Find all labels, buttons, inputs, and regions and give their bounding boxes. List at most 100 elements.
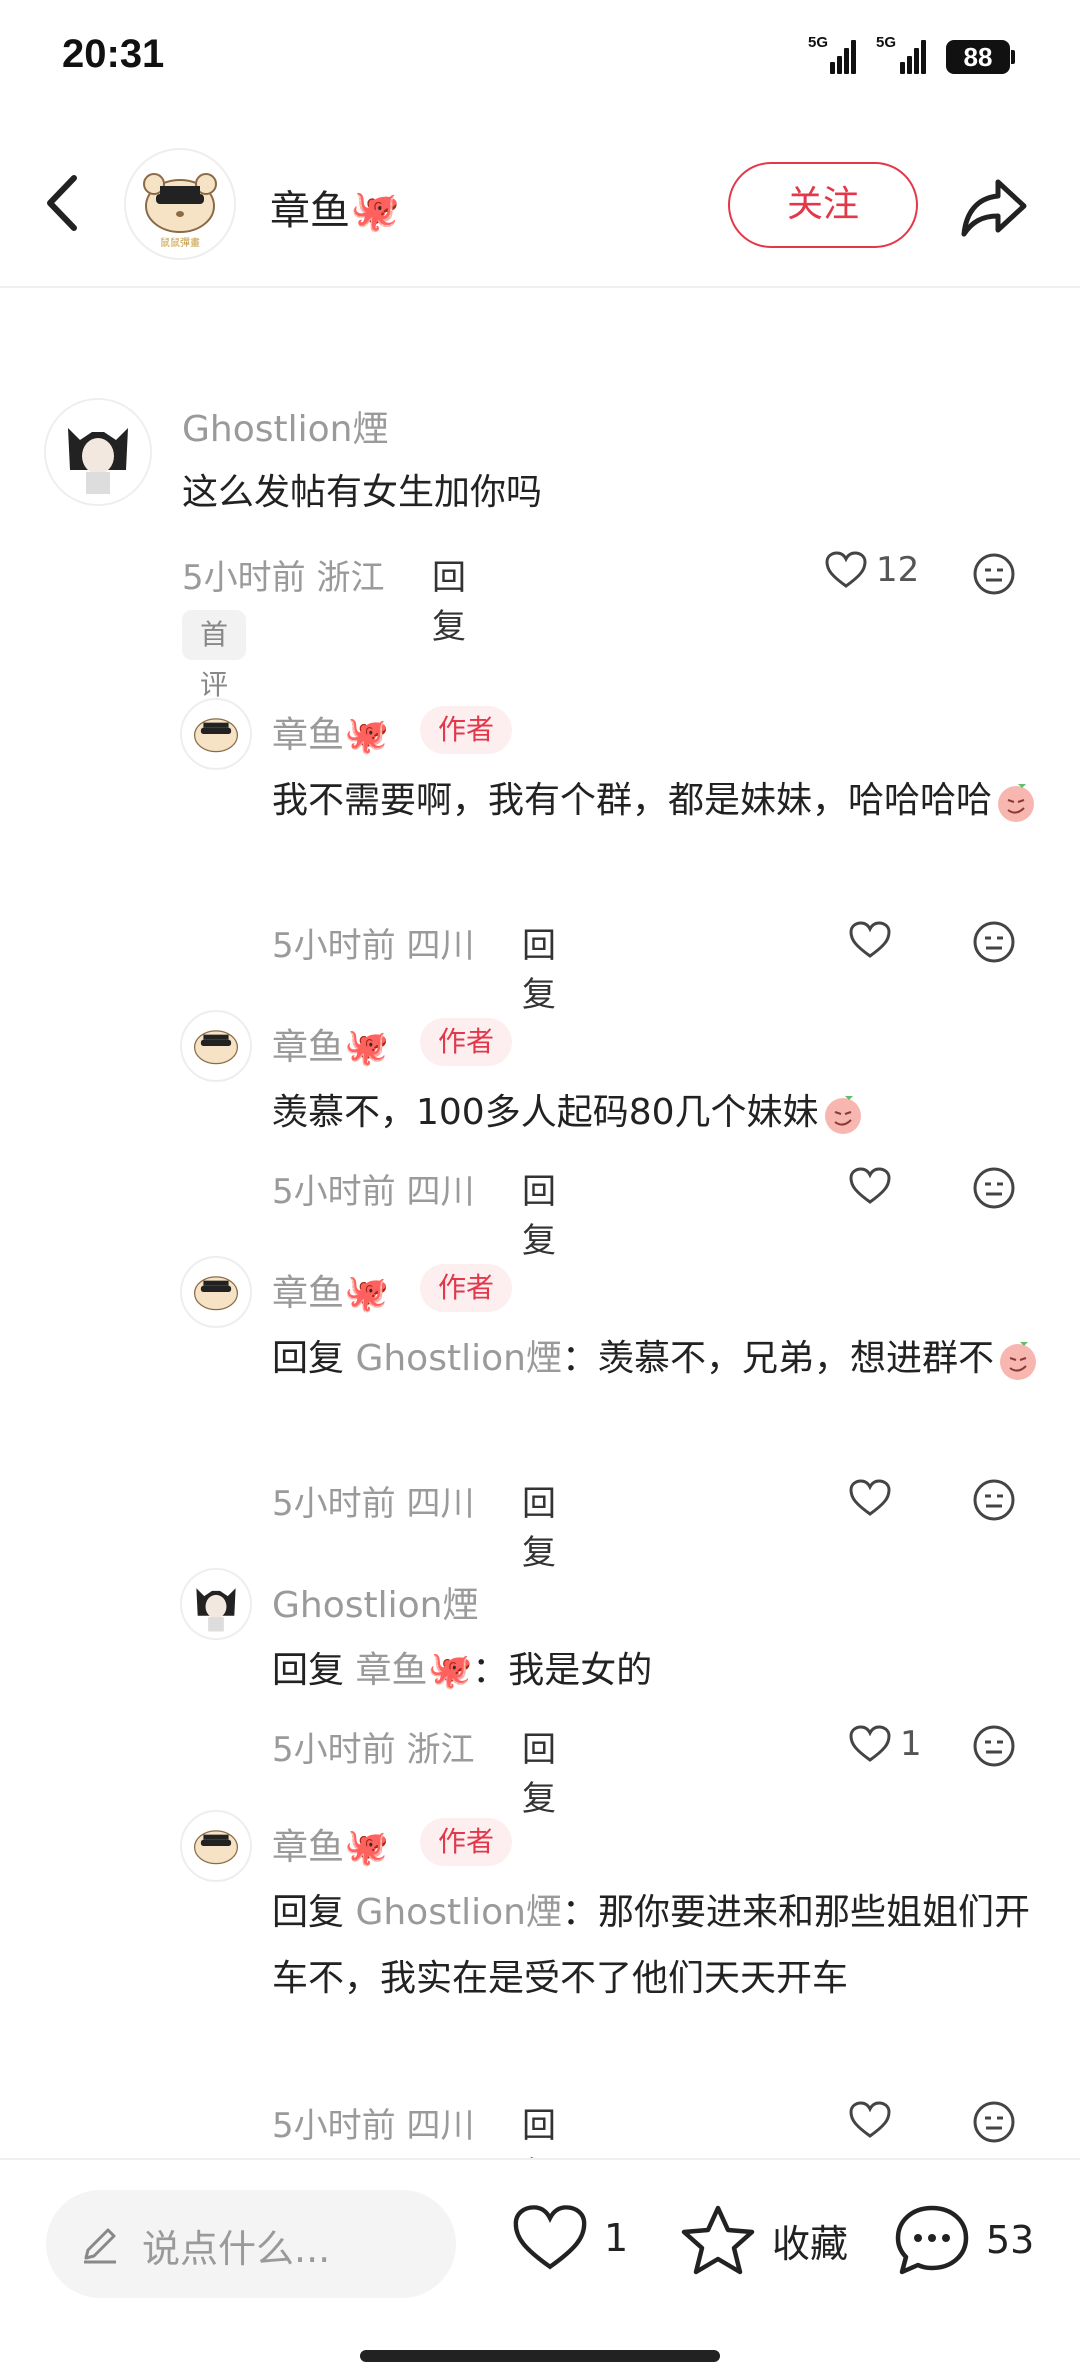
hamster-avatar-icon xyxy=(193,1830,239,1865)
author-name: 章鱼🐙 xyxy=(270,188,400,234)
comment-input-placeholder: 说点什么... xyxy=(142,2227,331,2271)
like-button[interactable] xyxy=(848,1166,892,1206)
emoji-react-button[interactable] xyxy=(972,2100,1016,2144)
comment-count: 53 xyxy=(986,2218,1035,2262)
post-like-count: 1 xyxy=(604,2216,629,2260)
like-button[interactable] xyxy=(848,2100,892,2140)
emoji-react-button[interactable] xyxy=(972,552,1016,596)
collect-button[interactable]: 收藏 xyxy=(678,2202,848,2278)
emoji-react-button[interactable] xyxy=(972,1478,1016,1522)
comment-username[interactable]: 章鱼🐙 xyxy=(272,1818,389,1870)
comments-button[interactable]: 53 xyxy=(892,2202,1034,2278)
author-tag: 作者 xyxy=(420,1018,513,1066)
hamster-avatar-icon xyxy=(193,1276,239,1311)
comment-meta: 5小时前 四川 xyxy=(272,2106,475,2146)
chevron-left-icon xyxy=(47,175,77,231)
comment-text: 回复 Ghostlion煙：羡慕不，兄弟，想进群不 xyxy=(272,1326,1042,1392)
heart-icon xyxy=(849,2101,891,2138)
comment-username[interactable]: 章鱼🐙 xyxy=(272,1018,389,1070)
home-indicator[interactable] xyxy=(360,2350,720,2362)
comment-input[interactable]: 说点什么... xyxy=(46,2190,456,2298)
hamster-avatar-icon xyxy=(193,718,239,753)
heart-icon xyxy=(849,1167,891,1204)
first-comment-tag: 首评 xyxy=(182,610,247,701)
heart-icon xyxy=(513,2205,587,2270)
heart-icon xyxy=(849,1479,891,1516)
signal-icon: 5G xyxy=(808,34,856,74)
reply-button[interactable]: 回复 xyxy=(522,1722,556,1820)
comment-meta: 5小时前 四川 xyxy=(272,1484,475,1524)
share-button[interactable] xyxy=(954,168,1034,248)
user-avatar[interactable] xyxy=(44,398,152,506)
emoji-react-button[interactable] xyxy=(972,920,1016,964)
comment-text: 这么发帖有女生加你吗 xyxy=(182,472,543,513)
comment-username[interactable]: Ghostlion煙 xyxy=(182,400,388,452)
author-tag: 作者 xyxy=(420,706,513,754)
face-icon xyxy=(973,921,1015,963)
author-avatar[interactable] xyxy=(180,1810,252,1882)
collect-label: 收藏 xyxy=(772,2221,849,2266)
like-button[interactable]: 1 xyxy=(848,1724,922,1764)
heart-icon xyxy=(849,1725,891,1762)
face-icon xyxy=(973,1479,1015,1521)
grin-emoji-icon xyxy=(999,1342,1036,1380)
back-button[interactable] xyxy=(36,168,96,238)
grin-emoji-icon xyxy=(824,1096,861,1134)
pencil-icon xyxy=(84,2228,116,2264)
user-avatar[interactable] xyxy=(180,1568,252,1640)
author-tag: 作者 xyxy=(420,1818,513,1866)
emoji-react-button[interactable] xyxy=(972,1724,1016,1768)
follow-button[interactable]: 关注 xyxy=(728,162,918,248)
reply-button[interactable]: 回复 xyxy=(432,550,466,648)
comment-meta: 5小时前 浙江 xyxy=(272,1730,475,1770)
star-icon xyxy=(681,2205,755,2275)
svg-text:鼠鼠彈畫: 鼠鼠彈畫 xyxy=(160,236,200,249)
face-icon xyxy=(973,2101,1015,2143)
girl-avatar-icon xyxy=(46,400,150,504)
battery-icon: 88 xyxy=(946,40,1010,74)
bottom-action-bar: 说点什么... 1 收藏 53 xyxy=(0,2158,1080,2376)
face-icon xyxy=(973,553,1015,595)
comment-meta: 5小时前 四川 xyxy=(272,926,475,966)
comment-text: 回复 章鱼🐙：我是女的 xyxy=(272,1650,653,1691)
post-header: 鼠鼠彈畫 章鱼🐙 关注 xyxy=(0,140,1080,288)
emoji-react-button[interactable] xyxy=(972,1166,1016,1210)
girl-avatar-icon xyxy=(182,1570,250,1638)
comment-meta: 5小时前 四川 xyxy=(272,1172,475,1212)
hamster-avatar-icon xyxy=(193,1030,239,1065)
comment-username[interactable]: 章鱼🐙 xyxy=(272,706,389,758)
reply-to-user[interactable]: Ghostlion煙 xyxy=(355,1892,561,1933)
hamster-avatar-icon: 鼠鼠彈畫 xyxy=(143,173,217,249)
share-icon xyxy=(961,179,1027,237)
comment-username[interactable]: Ghostlion煙 xyxy=(272,1576,478,1628)
author-avatar[interactable]: 鼠鼠彈畫 xyxy=(124,148,236,260)
face-icon xyxy=(973,1725,1015,1767)
battery-tip xyxy=(1011,50,1015,64)
heart-icon xyxy=(849,921,891,958)
like-button[interactable] xyxy=(848,920,892,960)
grin-emoji-icon xyxy=(998,784,1035,822)
author-avatar[interactable] xyxy=(180,1256,252,1328)
author-avatar[interactable] xyxy=(180,698,252,770)
like-post-button[interactable]: 1 xyxy=(510,2202,628,2274)
like-button[interactable]: 12 xyxy=(824,550,919,590)
face-icon xyxy=(973,1167,1015,1209)
comment-meta: 5小时前 浙江 xyxy=(182,558,385,598)
status-time: 20:31 xyxy=(62,32,165,76)
reply-button[interactable]: 回复 xyxy=(522,1476,556,1574)
signal-icon-2: 5G xyxy=(870,34,930,74)
comment-text: 羡慕不，100多人起码80几个妹妹 xyxy=(272,1080,1042,1146)
heart-icon xyxy=(825,551,867,588)
comment-username[interactable]: 章鱼🐙 xyxy=(272,1264,389,1316)
comment-bubble-icon xyxy=(895,2205,969,2275)
author-avatar[interactable] xyxy=(180,1010,252,1082)
like-count: 1 xyxy=(900,1724,922,1764)
reply-to-user[interactable]: Ghostlion煙 xyxy=(355,1338,561,1379)
like-button[interactable] xyxy=(848,1478,892,1518)
reply-button[interactable]: 回复 xyxy=(522,918,556,1016)
status-bar: 20:31 5G 5G 88 xyxy=(0,0,1080,110)
reply-to-user[interactable]: 章鱼🐙 xyxy=(355,1650,472,1691)
reply-button[interactable]: 回复 xyxy=(522,1164,556,1262)
comment-text: 我不需要啊，我有个群，都是妹妹，哈哈哈哈 xyxy=(272,768,1042,834)
like-count: 12 xyxy=(876,550,920,590)
